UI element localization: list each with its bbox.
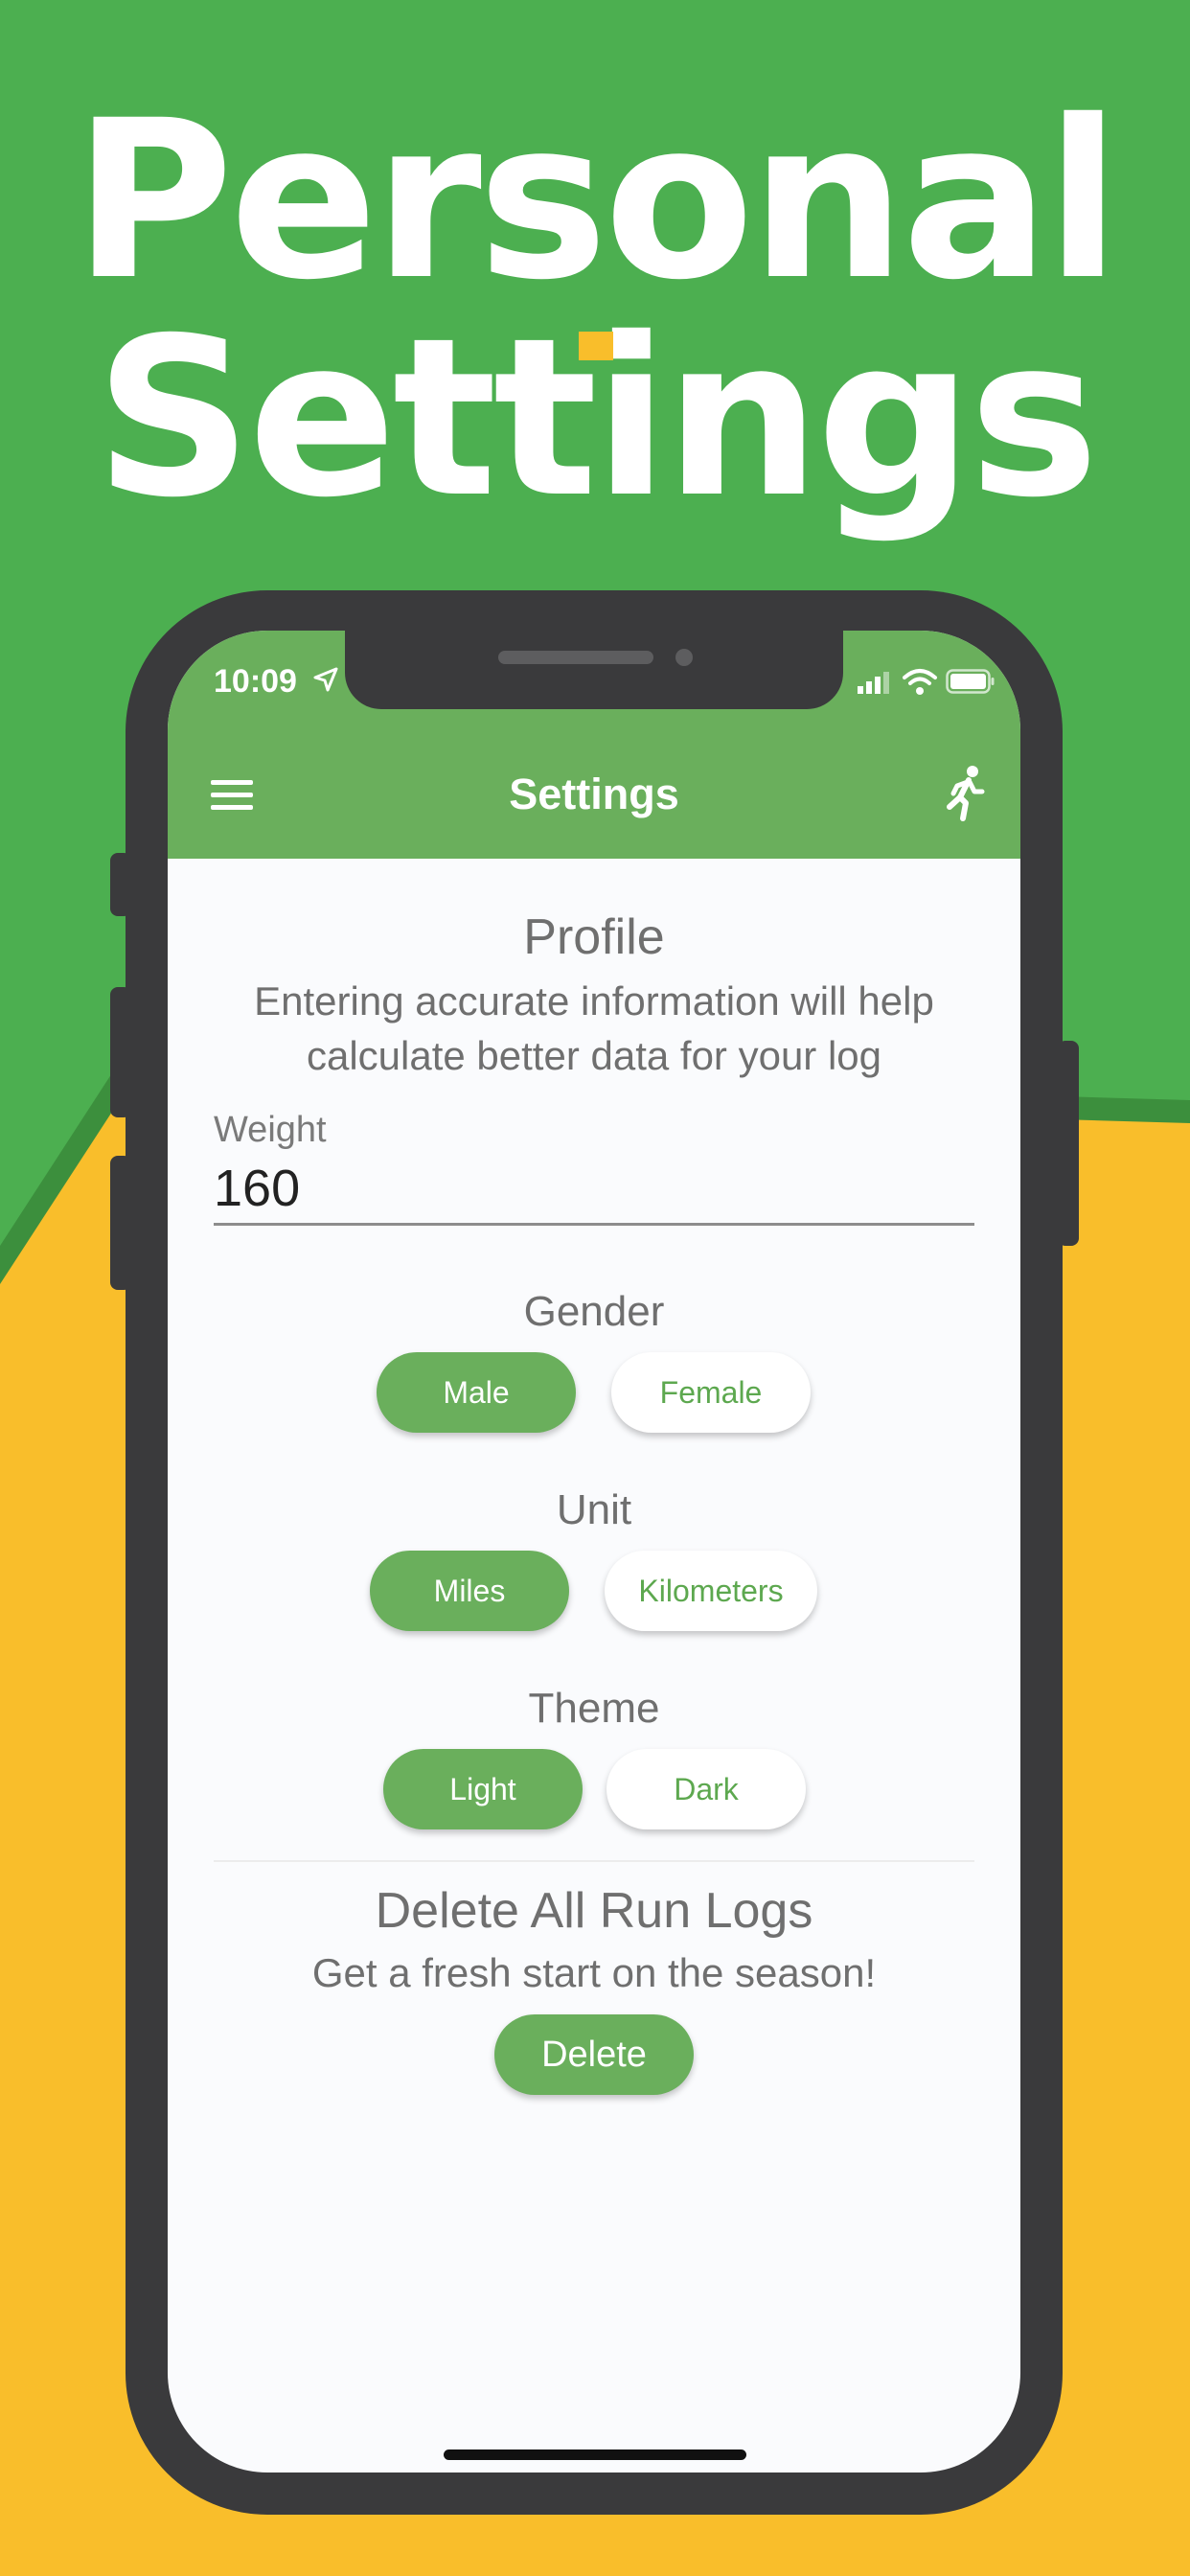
unit-kilometers-button[interactable]: Kilometers xyxy=(605,1551,817,1631)
wifi-icon xyxy=(903,669,937,695)
battery-icon xyxy=(946,669,995,694)
weight-label: Weight xyxy=(214,1110,327,1150)
weight-input[interactable] xyxy=(214,1154,974,1226)
profile-title: Profile xyxy=(523,909,665,965)
phone-screen: 10:09 Settings Profile Entering accurate… xyxy=(168,631,1020,2472)
front-camera xyxy=(675,649,693,666)
header-title: Settings xyxy=(509,770,679,818)
profile-description: Entering accurate information will help … xyxy=(254,978,934,1078)
gender-male-button[interactable]: Male xyxy=(377,1352,576,1433)
theme-light-button[interactable]: Light xyxy=(383,1749,583,1829)
theme-dark-button[interactable]: Dark xyxy=(606,1749,806,1829)
banner-accent-dot xyxy=(579,332,613,360)
unit-label: Unit xyxy=(556,1486,632,1533)
cellular-signal-icon xyxy=(858,672,889,694)
delete-logs-title: Delete All Run Logs xyxy=(375,1883,813,1939)
phone-notch xyxy=(345,631,843,709)
delete-logs-description: Get a fresh start on the season! xyxy=(311,1950,877,1995)
running-man-icon[interactable] xyxy=(940,765,988,822)
gender-label: Gender xyxy=(523,1288,665,1335)
banner-title-line1: Personal xyxy=(73,73,1121,328)
section-divider xyxy=(214,1860,974,1862)
earpiece-speaker xyxy=(498,651,653,664)
status-time: 10:09 xyxy=(214,663,297,700)
unit-miles-button[interactable]: Miles xyxy=(370,1551,569,1631)
home-indicator[interactable] xyxy=(444,2450,746,2460)
location-arrow-icon xyxy=(313,667,338,692)
delete-button[interactable]: Delete xyxy=(494,2014,694,2095)
theme-label: Theme xyxy=(528,1685,660,1732)
gender-female-button[interactable]: Female xyxy=(611,1352,811,1433)
